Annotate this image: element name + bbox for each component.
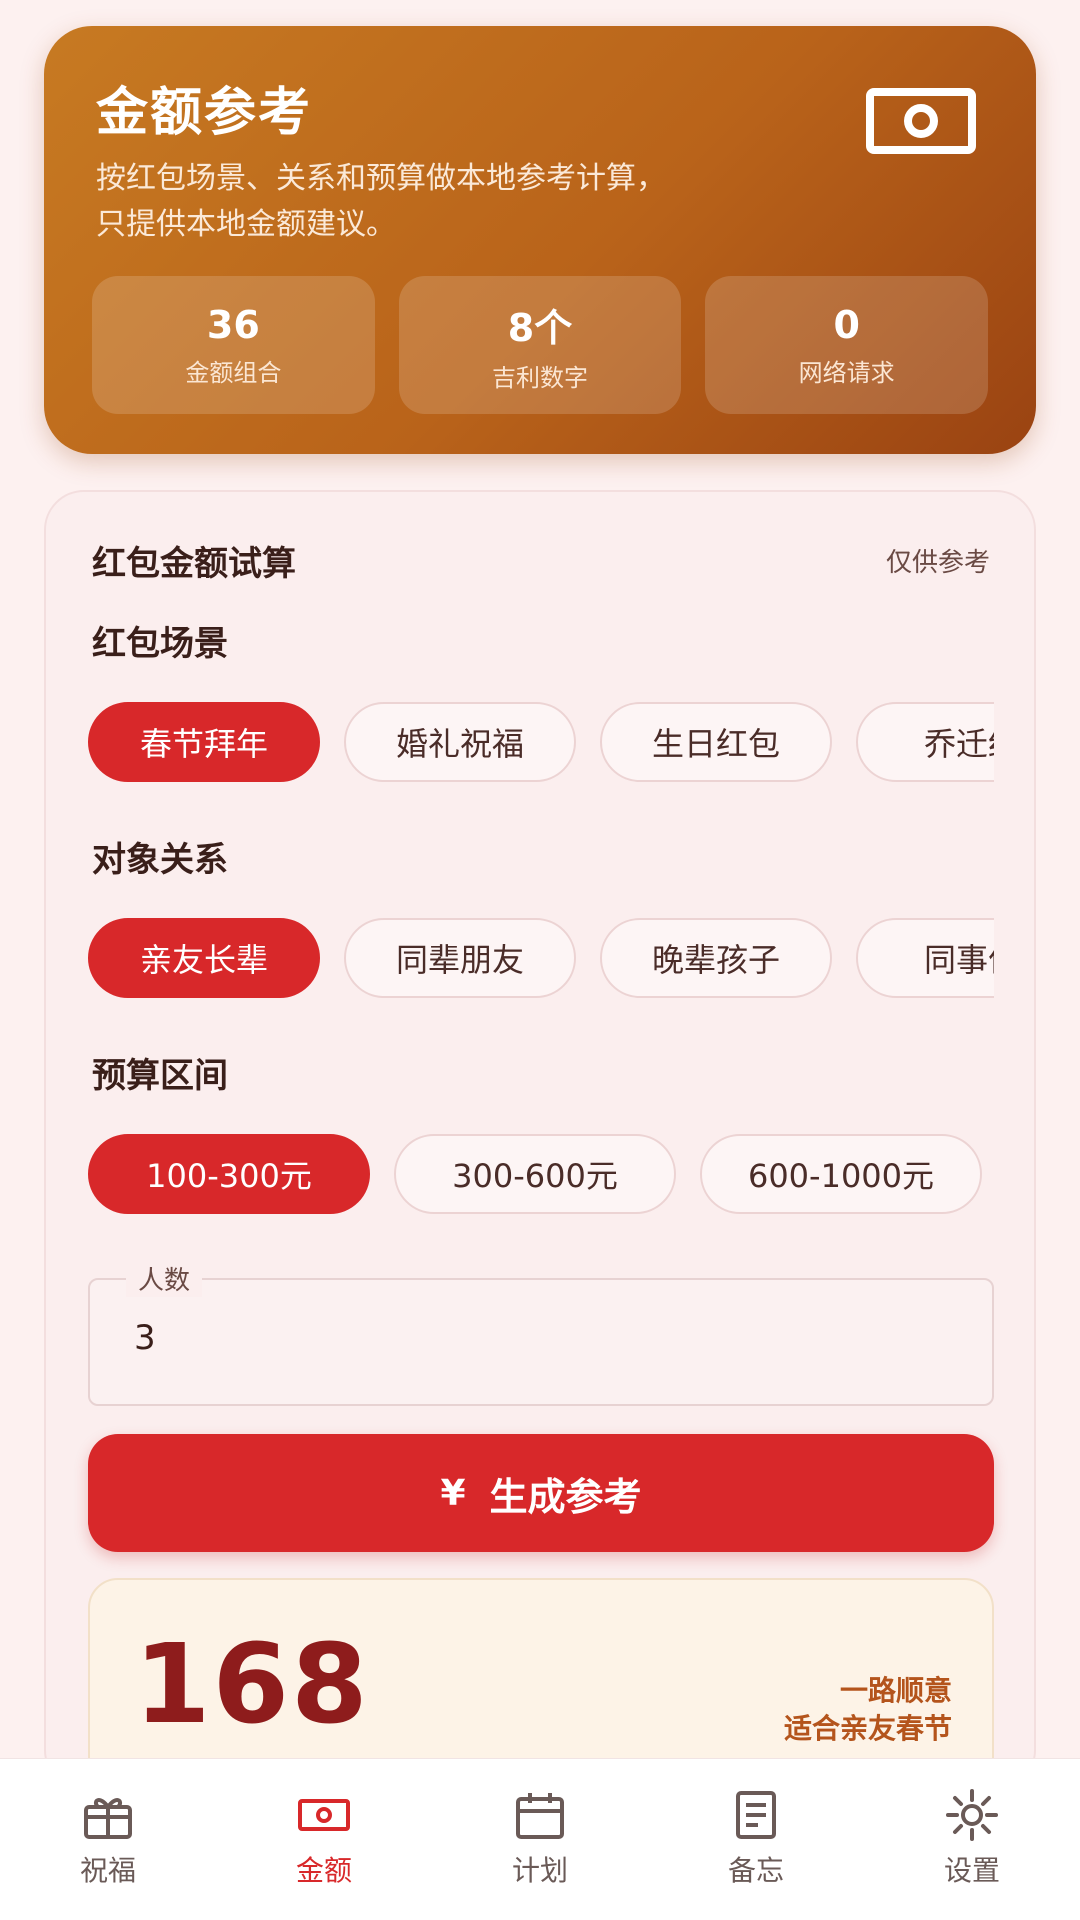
bottom-nav: 祝福 金额 计划 备忘 设置 [0,1758,1080,1920]
hero-card: 金额参考 按红包场景、关系和预算做本地参考计算， 只提供本地金额建议。 36 金… [44,26,1036,454]
stat-value: 36 [206,302,260,347]
scene-section-label: 红包场景 [92,624,228,664]
chip-scene-housewarming[interactable]: 乔迁红 [856,702,994,782]
stat-label: 金额组合 [185,358,282,387]
nav-item-blessing[interactable]: 祝福 [0,1759,216,1920]
nav-label: 备忘 [727,1854,784,1887]
hero-description: 按红包场景、关系和预算做本地参考计算， 只提供本地金额建议。 [96,156,856,248]
nav-item-amount[interactable]: 金额 [216,1759,432,1920]
stat-value: 8个 [507,306,573,350]
result-amount: 168 [134,1620,370,1748]
chip-relation-peers[interactable]: 同辈朋友 [344,918,576,998]
generate-button-label: 生成参考 [489,1474,642,1519]
calculator-title: 红包金额试算 [92,544,296,584]
people-count-label: 人数 [126,1260,203,1297]
budget-section-label: 预算区间 [92,1056,228,1096]
money-bill-icon [298,1799,350,1831]
stat-amount-combos: 36 金额组合 [92,276,375,414]
stat-lucky-numbers: 8个 吉利数字 [398,276,682,414]
chip-scene-birthday[interactable]: 生日红包 [600,702,832,782]
stats-row: 36 金额组合 8个 吉利数字 0 网络请求 [92,276,989,414]
gift-icon [84,1798,132,1839]
nav-item-memo[interactable]: 备忘 [648,1759,864,1920]
hero-title: 金额参考 [96,83,313,143]
chip-budget-600-1000[interactable]: 600-1000元 [700,1134,982,1214]
nav-item-plan[interactable]: 计划 [432,1759,648,1920]
hero-desc-line2: 只提供本地金额建议。 [96,207,396,242]
calendar-icon [516,1793,564,1839]
page: 金额参考 按红包场景、关系和预算做本地参考计算， 只提供本地金额建议。 36 金… [0,0,1080,1920]
scene-chips[interactable]: 春节拜年 婚礼祝福 生日红包 乔迁红 [88,702,994,786]
chip-relation-elders[interactable]: 亲友长辈 [88,918,320,998]
reference-only-note: 仅供参考 [885,548,990,578]
chip-relation-juniors[interactable]: 晚辈孩子 [600,918,832,998]
relation-section-label: 对象关系 [92,840,228,880]
relation-chips[interactable]: 亲友长辈 同辈朋友 晚辈孩子 同事伙 [88,918,994,1002]
nav-label: 金额 [295,1854,352,1887]
stat-value: 0 [833,302,860,347]
budget-chips[interactable]: 100-300元 300-600元 600-1000元 [88,1134,994,1218]
chip-relation-colleagues[interactable]: 同事伙 [856,918,994,998]
result-tag-meaning: 一路顺意 [839,1674,952,1707]
people-count-input[interactable]: 3 [134,1318,156,1358]
nav-label: 计划 [511,1854,568,1887]
chip-budget-100-300[interactable]: 100-300元 [88,1134,370,1214]
generate-button[interactable]: ¥ 生成参考 [88,1434,994,1552]
calculator-card: 红包金额试算 仅供参考 红包场景 春节拜年 婚礼祝福 生日红包 乔迁红 对象关系… [44,490,1036,1818]
stat-network-requests: 0 网络请求 [705,276,989,414]
result-tags: 一路顺意 适合亲友春节 [784,1672,952,1748]
nav-label: 祝福 [79,1854,136,1887]
settings-icon [946,1789,998,1841]
chip-scene-spring-festival[interactable]: 春节拜年 [88,702,320,782]
nav-label: 设置 [943,1854,1000,1887]
nav-item-settings[interactable]: 设置 [864,1759,1080,1920]
result-tag-suitable: 适合亲友春节 [783,1712,952,1745]
yuan-icon: ¥ [440,1472,466,1514]
note-icon [736,1791,776,1839]
money-bill-icon [866,88,976,154]
stat-label: 网络请求 [798,358,895,387]
stat-label: 吉利数字 [492,364,588,392]
chip-scene-wedding[interactable]: 婚礼祝福 [344,702,576,782]
hero-desc-line1: 按红包场景、关系和预算做本地参考计算， [96,161,666,196]
chip-budget-300-600[interactable]: 300-600元 [394,1134,676,1214]
people-count-field[interactable]: 人数 3 [88,1260,994,1406]
